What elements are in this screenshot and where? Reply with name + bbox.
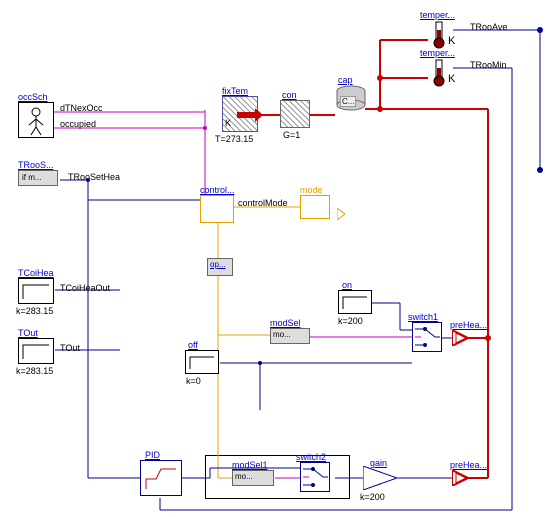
tout-block — [18, 338, 54, 364]
prehea1-label: preHea... — [450, 320, 487, 330]
cap-label: cap — [338, 75, 353, 85]
modsel-label: modSel — [270, 318, 301, 328]
switch2-label: switch2 — [296, 452, 326, 462]
occsch-block — [18, 102, 54, 138]
fixtem-label: fixTem — [222, 86, 248, 96]
con-g: G=1 — [283, 130, 300, 140]
tcoiheaout-label: TCoiHeaOut — [60, 283, 110, 293]
tout-k: k=283.15 — [16, 366, 53, 376]
off-k: k=0 — [186, 376, 201, 386]
fixtem-t: T=273.15 — [215, 134, 253, 144]
tout-out-label: TOut — [60, 343, 80, 353]
con-label: con — [282, 90, 297, 100]
controlmode-label: controlMode — [238, 198, 288, 208]
prehea2-label: preHea... — [450, 460, 487, 470]
temp1-k: K — [448, 35, 455, 47]
modsel1-text: mo... — [235, 472, 253, 481]
prehea2-block — [452, 470, 470, 486]
troos-text: if m... — [22, 173, 42, 182]
trooave-label: TRooAve — [470, 22, 507, 32]
mode-label: mode — [300, 185, 323, 195]
on-k: k=200 — [338, 316, 363, 326]
off-label: off — [188, 340, 198, 350]
switch1-label: switch1 — [408, 312, 438, 322]
gain-label: gain — [370, 458, 387, 468]
occsch-label: occSch — [18, 92, 48, 102]
tcoihea-k: k=283.15 — [16, 306, 53, 316]
pid-label: PID — [145, 450, 160, 460]
control-block — [200, 195, 234, 223]
temp2-k: K — [448, 73, 455, 85]
temp1-label: temper... — [420, 10, 455, 20]
gain-block — [363, 466, 399, 490]
tcoihea-block — [18, 278, 54, 304]
off-block — [185, 350, 219, 374]
modsel-text: mo... — [273, 330, 291, 339]
switch1-block — [412, 322, 442, 352]
on-block — [338, 290, 372, 314]
tout-label: TOut — [18, 328, 38, 338]
switch2-block — [300, 462, 330, 492]
dtnexocc-label: dTNexOcc — [60, 103, 103, 113]
con-block — [280, 100, 310, 128]
occupied-label: occupied — [60, 119, 96, 129]
modsel1-label: modSel1 — [232, 460, 268, 470]
mode-block — [300, 195, 330, 219]
fixtem-arrow — [237, 108, 265, 124]
cap-c: C... — [340, 96, 356, 107]
op-label: op... — [210, 260, 226, 269]
temp2-label: temper... — [420, 48, 455, 58]
tcoihea-label: TCoiHea — [18, 268, 54, 278]
control-label: control... — [200, 185, 235, 195]
troos-label: TRooS... — [18, 160, 54, 170]
pid-block — [140, 460, 182, 496]
prehea1-block — [452, 330, 470, 346]
troomin-label: TRooMin — [470, 60, 507, 70]
fixtem-k: K — [225, 118, 231, 128]
gain-k: k=200 — [360, 492, 385, 502]
on-label: on — [342, 280, 352, 290]
troosethea-label: TRooSetHea — [68, 172, 120, 182]
